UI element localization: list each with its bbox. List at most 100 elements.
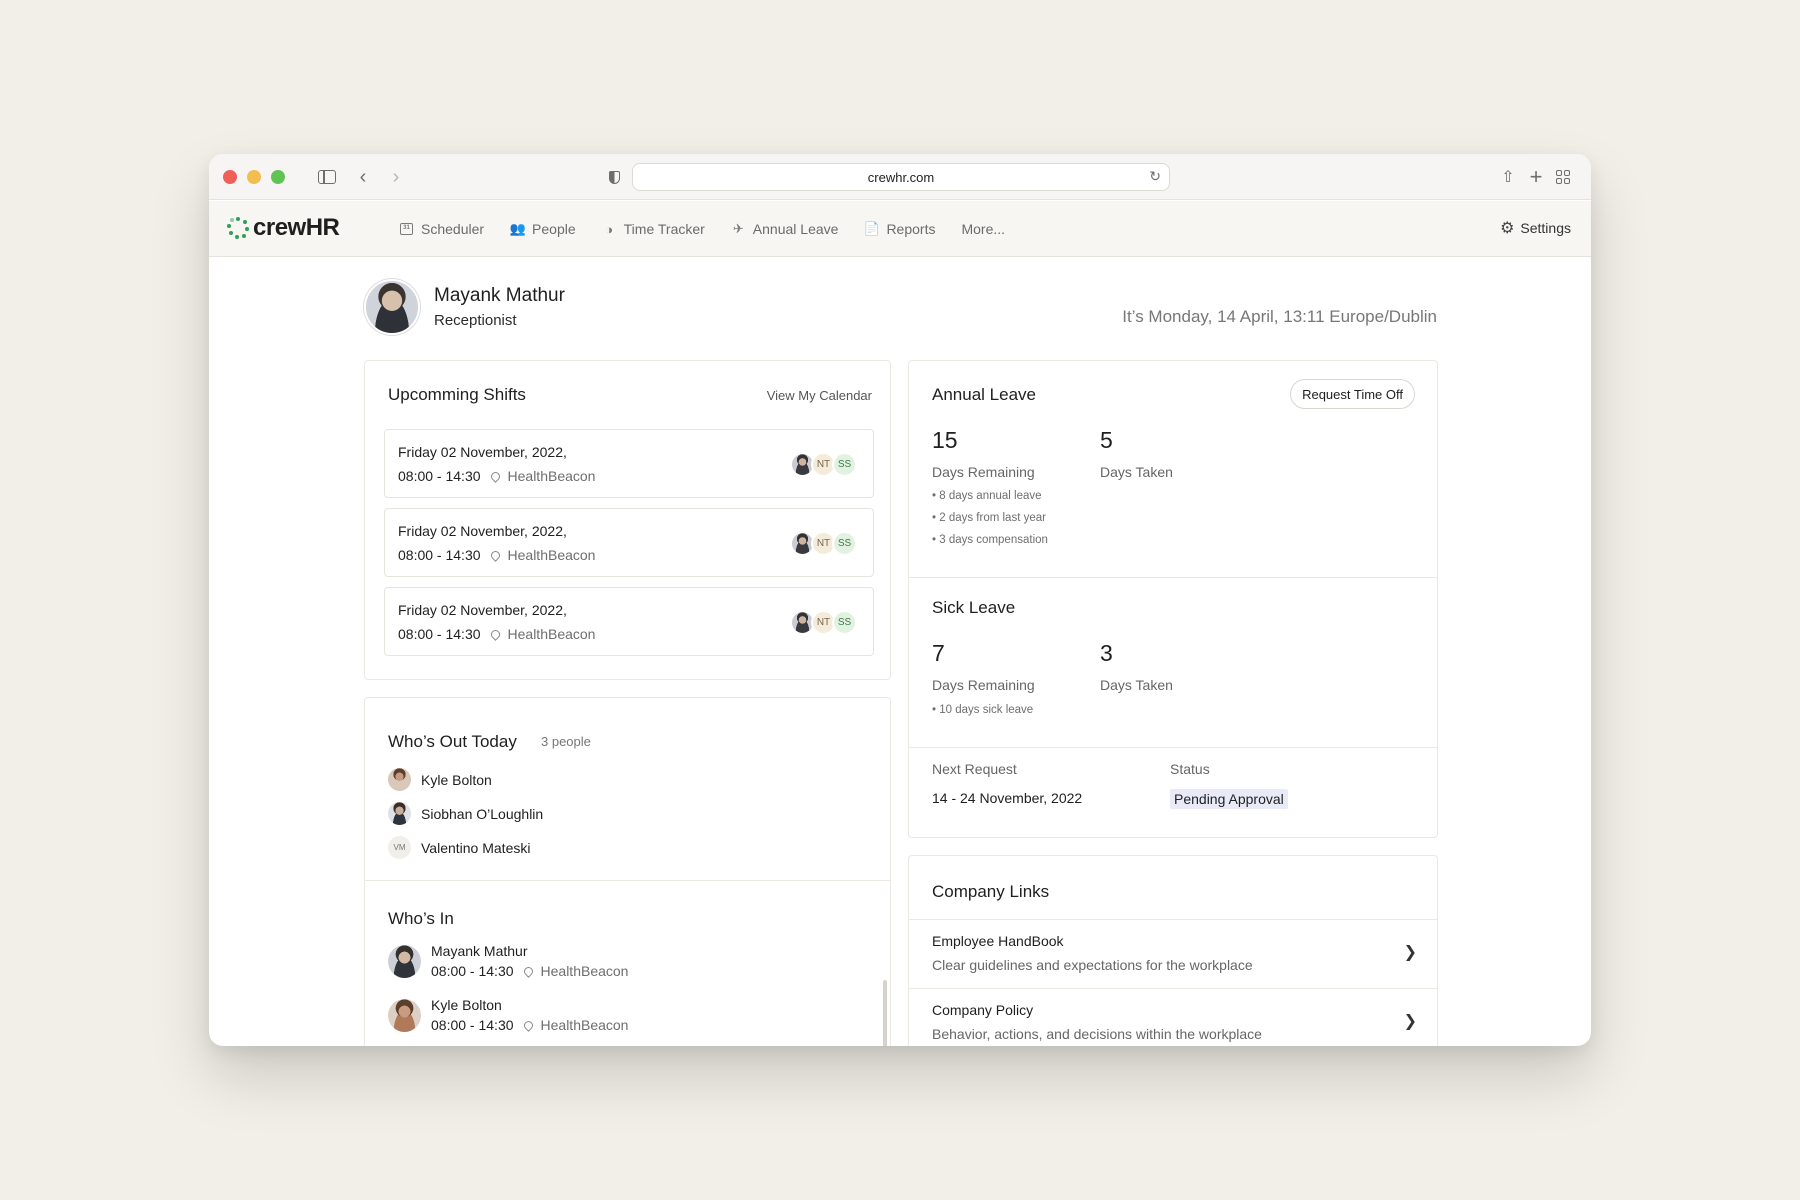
shift-location: HealthBeacon bbox=[507, 626, 596, 642]
divider bbox=[909, 747, 1437, 748]
person-name: Kyle Bolton bbox=[421, 771, 492, 788]
nav-item-more[interactable]: More... bbox=[961, 221, 1005, 237]
url-text: crewhr.com bbox=[867, 169, 935, 185]
list-item[interactable]: Mayank Mathur 08:00 - 14:30 HealthBeacon bbox=[388, 943, 628, 979]
close-window-button[interactable] bbox=[223, 170, 237, 184]
card-title: Upcomming Shifts bbox=[388, 385, 526, 404]
nav-item-scheduler[interactable]: 31 Scheduler bbox=[399, 221, 484, 237]
privacy-shield-icon[interactable] bbox=[606, 166, 622, 188]
nav-item-label: Time Tracker bbox=[623, 221, 705, 237]
list-item[interactable]: VM Valentino Mateski bbox=[388, 836, 530, 859]
new-tab-icon[interactable]: + bbox=[1527, 164, 1545, 189]
avatar bbox=[388, 768, 411, 791]
shift-time-row: 08:00 - 14:30 HealthBeacon bbox=[431, 1017, 628, 1033]
status-label: Status bbox=[1170, 761, 1210, 777]
browser-window: ‹ › crewhr.com ↻ ⇧ + crewHR 31 Scheduler bbox=[209, 154, 1591, 1046]
avatar-initials[interactable]: SS bbox=[832, 531, 857, 556]
settings-button[interactable]: ⚙ Settings bbox=[1500, 218, 1571, 238]
company-link-handbook[interactable]: Employee HandBook Clear guidelines and e… bbox=[909, 919, 1437, 987]
person-name: Mayank Mathur bbox=[431, 943, 528, 959]
whos-in-title: Who’s In bbox=[388, 909, 454, 928]
list-item[interactable]: Siobhan O’Loughlin bbox=[388, 802, 543, 825]
breakdown-item: 10 days sick leave bbox=[932, 699, 1033, 721]
avatar-initials[interactable]: SS bbox=[832, 452, 857, 477]
person-name: Siobhan O’Loughlin bbox=[421, 805, 544, 822]
attendance-card: Who’s Out Today 3 people Kyle Bolton Sio… bbox=[364, 697, 891, 1046]
avatar[interactable] bbox=[364, 279, 420, 335]
calendar-icon: 31 bbox=[399, 222, 414, 237]
shift-date: Friday 02 November, 2022, bbox=[398, 523, 567, 539]
shift-colleagues: NT SS bbox=[790, 610, 857, 635]
shift-colleagues: NT SS bbox=[790, 531, 857, 556]
nav-item-time-tracker[interactable]: ◑ Time Tracker bbox=[602, 221, 705, 237]
leave-card: Annual Leave Request Time Off 15 Days Re… bbox=[908, 360, 1438, 838]
shift-item[interactable]: Friday 02 November, 2022, 08:00 - 14:30 … bbox=[384, 587, 874, 656]
annual-days-remaining: 15 bbox=[932, 427, 958, 453]
shift-time: 08:00 - 14:30 bbox=[431, 1017, 514, 1033]
people-icon: 👥 bbox=[509, 221, 526, 236]
location-pin-icon bbox=[488, 627, 502, 641]
company-links-card: Company Links Employee HandBook Clear gu… bbox=[908, 855, 1438, 1046]
list-item[interactable]: Kyle Bolton 08:00 - 14:30 HealthBeacon bbox=[388, 997, 628, 1033]
nav-item-label: People bbox=[532, 221, 576, 237]
address-bar[interactable]: crewhr.com ↻ bbox=[632, 163, 1170, 191]
share-icon[interactable]: ⇧ bbox=[1499, 166, 1517, 188]
shift-location: HealthBeacon bbox=[507, 547, 596, 563]
nav-item-reports[interactable]: 📄 Reports bbox=[864, 221, 936, 237]
shift-date: Friday 02 November, 2022, bbox=[398, 444, 567, 460]
tab-overview-icon[interactable] bbox=[1554, 166, 1572, 188]
minimize-window-button[interactable] bbox=[247, 170, 261, 184]
shift-item[interactable]: Friday 02 November, 2022, 08:00 - 14:30 … bbox=[384, 429, 874, 498]
shift-item[interactable]: Friday 02 November, 2022, 08:00 - 14:30 … bbox=[384, 508, 874, 577]
nav-item-annual-leave[interactable]: ✈ Annual Leave bbox=[731, 221, 839, 237]
shift-time-row: 08:00 - 14:30 HealthBeacon bbox=[398, 626, 595, 642]
plane-icon: ✈ bbox=[732, 221, 744, 236]
back-arrow-icon[interactable]: ‹ bbox=[355, 166, 371, 188]
avatar-initials: VM bbox=[388, 836, 411, 859]
profile-role: Receptionist bbox=[434, 312, 517, 329]
app-navigation: crewHR 31 Scheduler 👥 People ◑ Time Trac… bbox=[209, 201, 1591, 257]
logo-text: crewHR bbox=[253, 214, 340, 241]
shift-location: HealthBeacon bbox=[540, 963, 629, 979]
gear-icon: ⚙ bbox=[1500, 220, 1515, 237]
profile-name: Mayank Mathur bbox=[434, 285, 565, 306]
sick-days-remaining: 7 bbox=[932, 640, 945, 666]
request-time-off-button[interactable]: Request Time Off bbox=[1290, 379, 1415, 409]
sick-days-taken: 3 bbox=[1100, 640, 1113, 666]
annual-breakdown: 8 days annual leave 2 days from last yea… bbox=[932, 485, 1048, 551]
nav-item-label: More... bbox=[961, 221, 1006, 237]
shift-time: 08:00 - 14:30 bbox=[398, 626, 481, 642]
shift-time: 08:00 - 14:30 bbox=[398, 547, 481, 563]
scrollbar[interactable] bbox=[883, 980, 887, 1046]
avatar bbox=[388, 802, 411, 825]
annual-remaining-label: Days Remaining bbox=[932, 464, 1035, 480]
shift-colleagues: NT SS bbox=[790, 452, 857, 477]
reload-icon[interactable]: ↻ bbox=[1149, 168, 1161, 185]
link-title: Company Policy bbox=[932, 1002, 1034, 1018]
location-pin-icon bbox=[521, 964, 535, 978]
sidebar-toggle-icon[interactable] bbox=[316, 166, 338, 188]
dashboard-content: Mayank Mathur Receptionist It’s Monday, … bbox=[209, 258, 1591, 1046]
location-pin-icon bbox=[521, 1018, 535, 1032]
current-datetime: It’s Monday, 14 April, 13:11 Europe/Dubl… bbox=[1122, 307, 1437, 326]
list-item[interactable]: Kyle Bolton bbox=[388, 768, 492, 791]
location-pin-icon bbox=[488, 469, 502, 483]
status-badge: Pending Approval bbox=[1170, 789, 1288, 809]
view-calendar-link[interactable]: View My Calendar bbox=[767, 388, 872, 403]
annual-days-taken: 5 bbox=[1100, 427, 1113, 453]
company-link-policy[interactable]: Company Policy Behavior, actions, and de… bbox=[909, 988, 1437, 1046]
crewhr-logo[interactable]: crewHR bbox=[227, 214, 340, 242]
person-name: Valentino Mateski bbox=[421, 839, 531, 856]
location-pin-icon bbox=[488, 548, 502, 562]
avatar-initials[interactable]: SS bbox=[832, 610, 857, 635]
maximize-window-button[interactable] bbox=[271, 170, 285, 184]
whos-out-title: Who’s Out Today bbox=[388, 732, 517, 751]
sick-leave-title: Sick Leave bbox=[932, 598, 1016, 617]
nav-item-people[interactable]: 👥 People bbox=[509, 221, 576, 237]
upcoming-shifts-card: Upcomming Shifts View My Calendar Friday… bbox=[364, 360, 891, 680]
sick-remaining-label: Days Remaining bbox=[932, 677, 1035, 693]
forward-arrow-icon[interactable]: › bbox=[388, 166, 404, 188]
breakdown-item: 8 days annual leave bbox=[932, 485, 1048, 507]
logo-mark-icon bbox=[227, 217, 249, 239]
nav-item-label: Reports bbox=[886, 221, 936, 237]
